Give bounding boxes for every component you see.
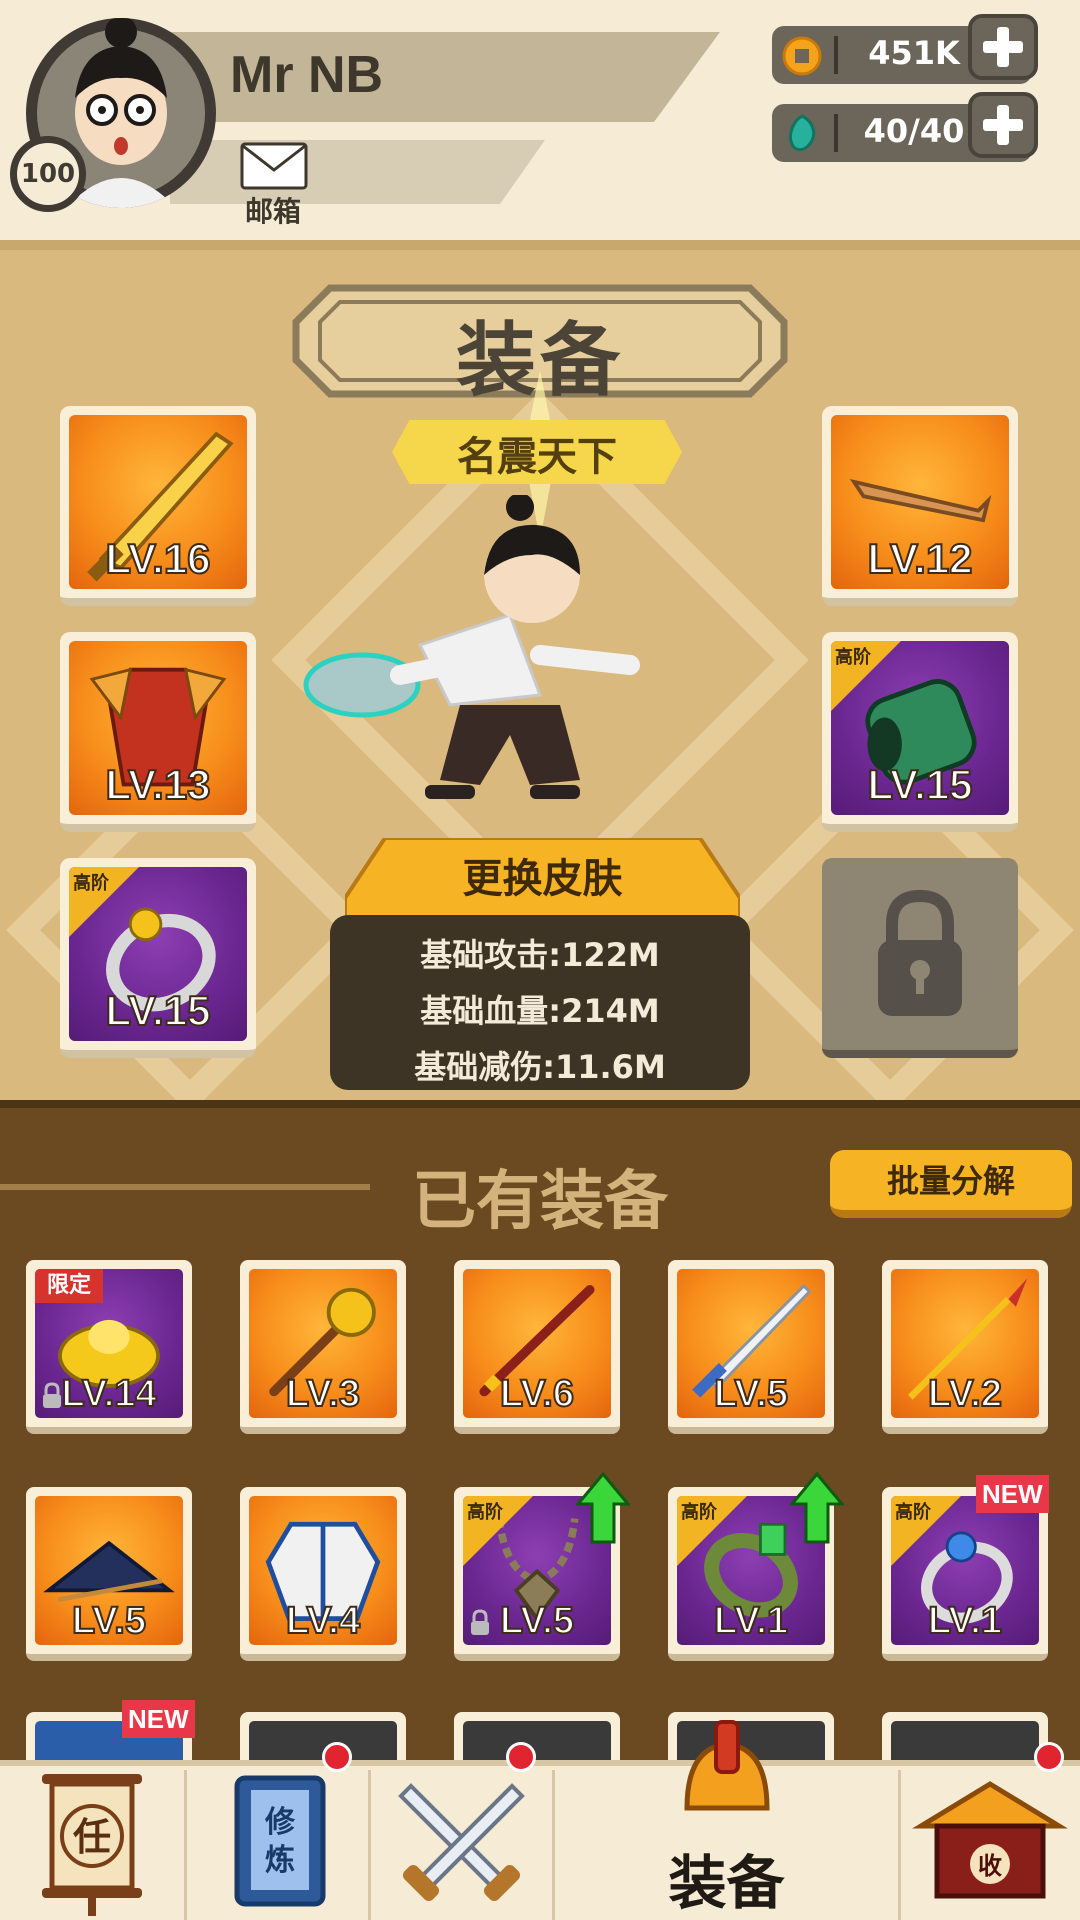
equip-slot-gauntlet[interactable]: 高阶 LV.15 — [822, 632, 1018, 832]
player-level-badge: 100 — [10, 136, 86, 212]
honor-title: 名震天下 — [457, 434, 617, 480]
cultivate-glyph-1: 修 — [264, 1805, 296, 1840]
equip-slot-locked[interactable] — [822, 858, 1018, 1058]
task-scroll-icon: 任 — [42, 1774, 142, 1916]
inventory-item[interactable]: LV.5 — [26, 1487, 192, 1661]
notification-dot — [1034, 1742, 1064, 1772]
divider — [0, 1184, 370, 1190]
nav-shop[interactable]: 收 — [901, 1766, 1080, 1920]
base-stats-panel: 基础攻击:122M 基础血量:214M 基础减伤:11.6M — [330, 915, 750, 1090]
nav-cultivate[interactable]: 修 炼 — [187, 1766, 368, 1920]
item-level: LV.5 — [713, 1372, 789, 1416]
limited-tag: 限定 — [35, 1269, 103, 1303]
player-name: Mr NB — [230, 46, 384, 104]
add-gold-button[interactable] — [968, 14, 1038, 80]
item-level: LV.13 — [104, 760, 211, 809]
helmet-icon — [684, 1720, 770, 1811]
owned-title: 已有装备 — [412, 1165, 668, 1239]
item-level: LV.1 — [713, 1599, 789, 1643]
nav-tasks[interactable]: 任 — [0, 1766, 184, 1920]
mail-label: 邮箱 — [244, 195, 301, 228]
shop-glyph: 收 — [978, 1852, 1002, 1880]
coin-icon — [782, 36, 822, 76]
item-level: LV.12 — [866, 534, 973, 583]
inventory-item[interactable]: LV.4 — [240, 1487, 406, 1661]
inventory-item[interactable]: 高阶 LV.1 — [882, 1487, 1048, 1661]
inventory-item[interactable]: LV.5 — [668, 1260, 834, 1434]
envelope-icon — [240, 142, 308, 190]
jade-gem-icon — [788, 114, 816, 152]
cultivation-book-icon: 修 炼 — [234, 1775, 326, 1907]
stat-attack: 基础攻击:122M — [420, 936, 660, 974]
item-level: LV.6 — [499, 1372, 575, 1416]
nav-equipment-label: 装备 — [668, 1849, 785, 1917]
upgrade-arrow-icon — [790, 1472, 844, 1544]
item-level: LV.14 — [60, 1372, 157, 1416]
item-level: LV.1 — [927, 1599, 1003, 1643]
item-level: LV.2 — [927, 1372, 1003, 1416]
divider — [834, 114, 838, 152]
plus-icon — [983, 105, 1023, 145]
nav-battle[interactable] — [371, 1766, 552, 1920]
padlock-icon — [878, 889, 962, 1016]
item-level: LV.5 — [499, 1599, 575, 1643]
shop-building-icon: 收 — [912, 1781, 1068, 1899]
batch-decompose-button[interactable]: 批量分解 — [830, 1150, 1072, 1218]
item-level: LV.15 — [104, 986, 211, 1035]
item-level: LV.16 — [104, 534, 211, 583]
energy-value: 40/40 — [863, 112, 965, 150]
item-level: LV.15 — [866, 760, 973, 809]
change-skin-button[interactable]: 更换皮肤 — [345, 846, 740, 904]
mail-banner — [170, 140, 545, 204]
mail-button[interactable]: 邮箱 — [232, 140, 314, 228]
inventory-item[interactable]: LV.6 — [454, 1260, 620, 1434]
hero-character[interactable] — [300, 495, 660, 825]
crossed-swords-icon — [398, 1783, 525, 1902]
nav-equipment[interactable]: 装备 — [555, 1720, 898, 1920]
equip-slot-armor[interactable]: LV.13 — [60, 632, 256, 832]
task-glyph: 任 — [73, 1815, 111, 1859]
divider — [834, 36, 838, 74]
upgrade-arrow-icon — [576, 1472, 630, 1544]
new-badge: NEW — [122, 1700, 195, 1738]
equip-slot-ring[interactable]: 高阶 LV.15 — [60, 858, 256, 1058]
cultivate-glyph-2: 炼 — [265, 1843, 295, 1878]
inventory-item[interactable]: LV.3 — [240, 1260, 406, 1434]
stat-health: 基础血量:214M — [420, 992, 660, 1030]
inventory-item[interactable]: 限定 LV.14 — [26, 1260, 192, 1434]
equip-slot-weapon[interactable]: LV.16 — [60, 406, 256, 606]
stat-damage-reduction: 基础减伤:11.6M — [414, 1048, 666, 1086]
item-level: LV.3 — [285, 1372, 361, 1416]
new-badge: NEW — [976, 1475, 1049, 1513]
equip-slot-accessory[interactable]: LV.12 — [822, 406, 1018, 606]
item-level: LV.4 — [285, 1599, 361, 1643]
notification-dot — [322, 1742, 352, 1772]
add-energy-button[interactable] — [968, 92, 1038, 158]
gold-value: 451K — [868, 34, 960, 72]
item-level: LV.5 — [71, 1599, 147, 1643]
notification-dot — [506, 1742, 536, 1772]
inventory-item[interactable]: LV.2 — [882, 1260, 1048, 1434]
plus-icon — [983, 27, 1023, 67]
